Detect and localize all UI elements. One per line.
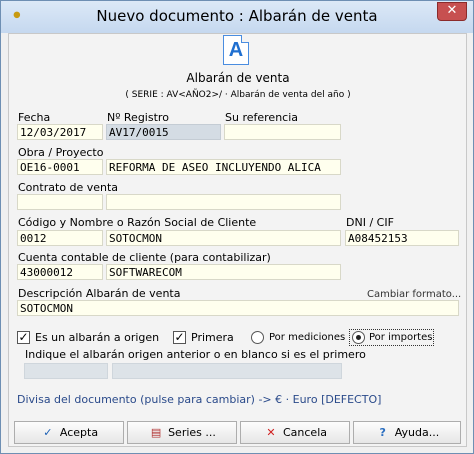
series-icon: ▤ xyxy=(150,426,162,439)
window-title: Nuevo documento : Albarán de venta xyxy=(96,7,378,25)
cuenta-label: Cuenta contable de cliente (para contabi… xyxy=(18,251,271,264)
es-origen-label[interactable]: Es un albarán a origen xyxy=(35,331,159,344)
form-heading: Albarán de venta xyxy=(186,71,290,85)
checkmark-icon: ✓ xyxy=(43,426,53,439)
obra-code-field[interactable]: OE16-0001 xyxy=(17,159,103,175)
series-button[interactable]: ▤ Series ... xyxy=(127,421,237,444)
fecha-label: Fecha xyxy=(18,111,51,124)
contrato-name-field[interactable] xyxy=(106,194,341,210)
help-icon: ? xyxy=(379,426,386,439)
document-icon: A xyxy=(223,35,249,65)
origen-hint: Indique el albarán origen anterior o en … xyxy=(25,348,366,361)
descripcion-label: Descripción Albarán de venta xyxy=(18,287,181,300)
divisa-link[interactable]: Divisa del documento (pulse para cambiar… xyxy=(17,393,381,406)
series-label: Series ... xyxy=(168,426,216,439)
cuenta-name-field[interactable]: SOFTWARECOM xyxy=(106,264,341,280)
cancela-label: Cancela xyxy=(282,426,327,439)
referencia-label: Su referencia xyxy=(225,111,299,124)
cambiar-formato-link[interactable]: Cambiar formato... xyxy=(367,289,461,300)
por-importes-radio[interactable] xyxy=(352,331,365,344)
dni-field[interactable]: A08452153 xyxy=(345,230,459,246)
contrato-code-field[interactable] xyxy=(17,194,103,210)
descripcion-field[interactable]: SOTOCMON xyxy=(17,300,459,316)
por-mediciones-label[interactable]: Por mediciones xyxy=(269,332,345,343)
registro-field[interactable]: AV17/0015 xyxy=(106,124,221,140)
cancela-button[interactable]: ✕ Cancela xyxy=(240,421,350,444)
fecha-field[interactable]: 12/03/2017 xyxy=(17,124,103,140)
dni-label: DNI / CIF xyxy=(346,216,394,229)
origen-code-field[interactable] xyxy=(24,363,108,379)
referencia-field[interactable] xyxy=(224,124,341,140)
primera-label[interactable]: Primera xyxy=(191,331,234,344)
es-origen-checkbox[interactable]: ✓ xyxy=(17,331,30,344)
por-importes-label[interactable]: Por importes xyxy=(369,332,432,343)
cuenta-code-field[interactable]: 43000012 xyxy=(17,264,103,280)
series-subtitle: ( SERIE : AV<AÑO2>/ · Albarán de venta d… xyxy=(125,90,351,100)
por-mediciones-radio[interactable] xyxy=(251,331,264,344)
registro-label: Nº Registro xyxy=(107,111,169,124)
contrato-label: Contrato de venta xyxy=(18,181,119,194)
cliente-label: Código y Nombre o Razón Social de Client… xyxy=(18,216,257,229)
radio-selected-dot xyxy=(356,335,361,340)
cross-icon: ✕ xyxy=(266,426,276,439)
origen-name-field[interactable] xyxy=(112,363,342,379)
primera-checkbox[interactable]: ✓ xyxy=(173,331,186,344)
dialog-window: ⚫ Nuevo documento : Albarán de venta ✕ A… xyxy=(0,0,474,454)
cliente-name-field[interactable]: SOTOCMON xyxy=(106,230,341,246)
ayuda-button[interactable]: ? Ayuda... xyxy=(353,421,461,444)
cliente-code-field[interactable]: 0012 xyxy=(17,230,103,246)
acepta-label: Acepta xyxy=(59,426,99,439)
ayuda-label: Ayuda... xyxy=(394,426,440,439)
acepta-button[interactable]: ✓ Acepta xyxy=(14,421,124,444)
close-button[interactable]: ✕ xyxy=(437,2,467,21)
obra-label: Obra / Proyecto xyxy=(18,146,104,159)
document-icon-letter: A xyxy=(228,39,244,61)
obra-name-field[interactable]: REFORMA DE ASEO INCLUYENDO ALICA xyxy=(106,159,341,175)
title-bar[interactable]: ⚫ Nuevo documento : Albarán de venta ✕ xyxy=(1,1,473,33)
